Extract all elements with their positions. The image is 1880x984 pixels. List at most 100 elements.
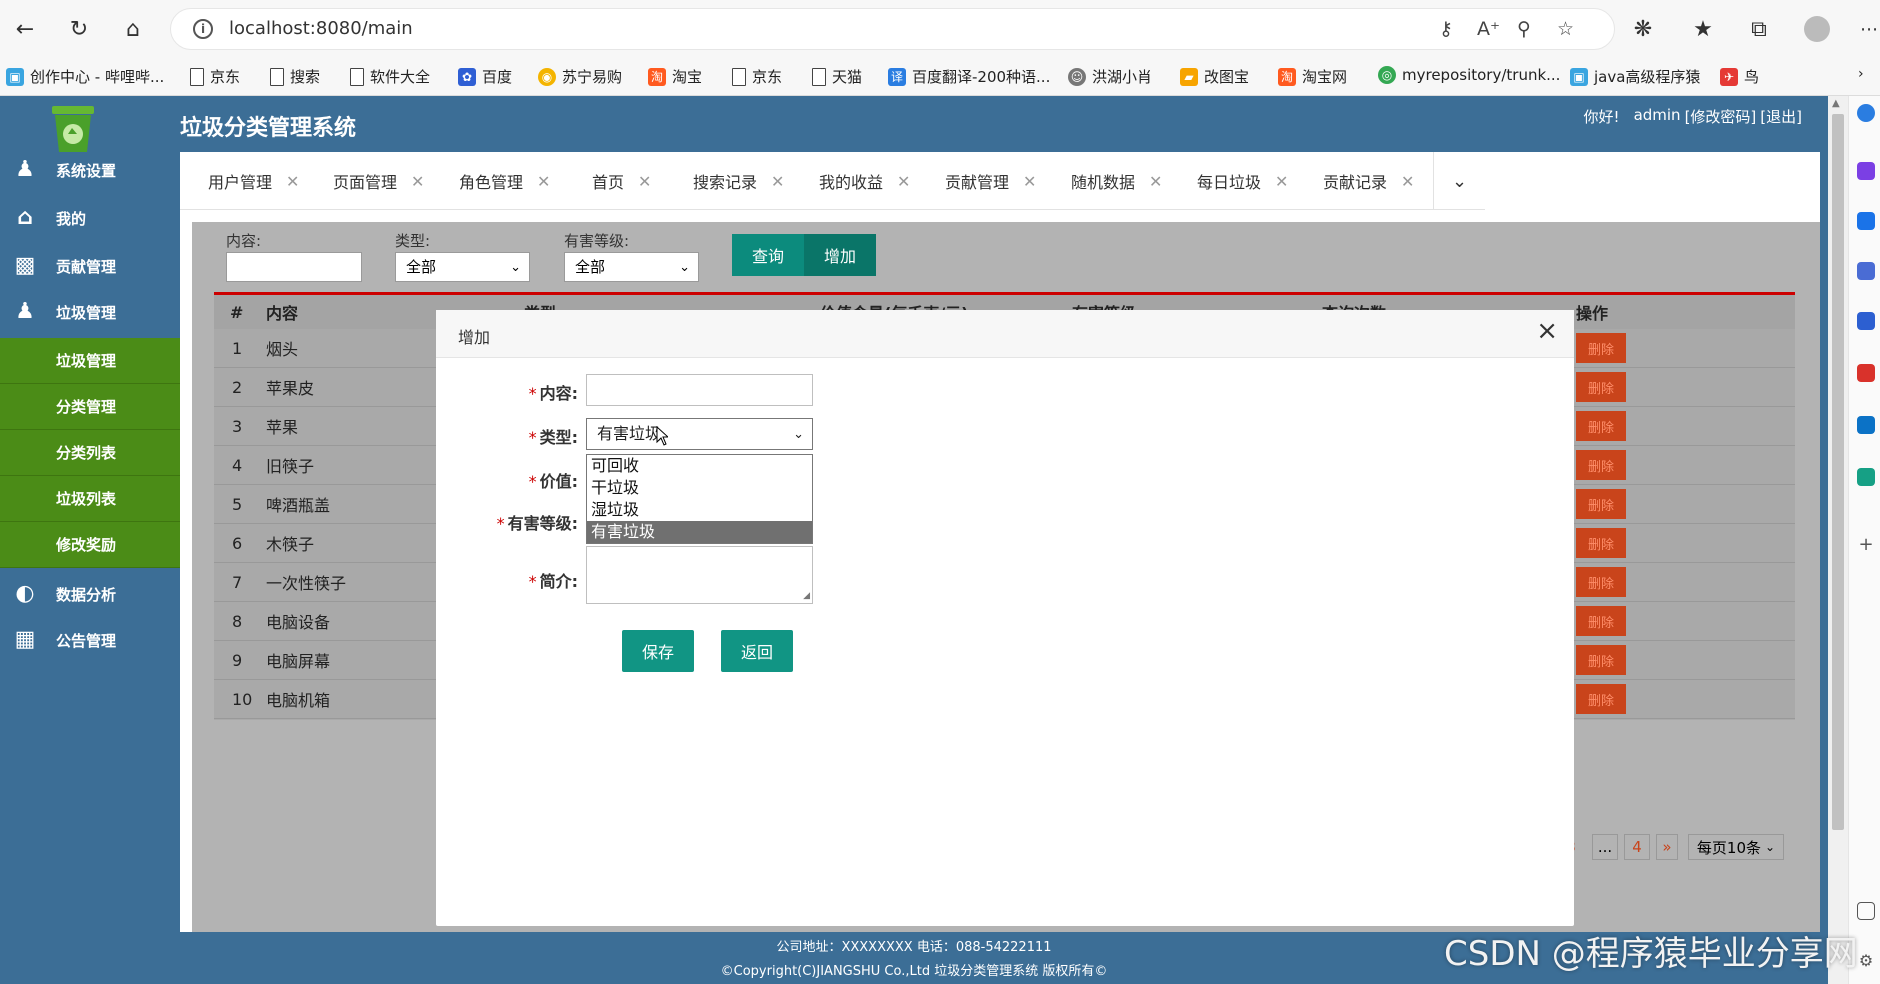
delete-button[interactable]: 删除 bbox=[1576, 567, 1626, 597]
bookmark-item[interactable]: 搜索 bbox=[270, 66, 320, 87]
tab-random-data[interactable]: 随机数据 ✕ bbox=[1071, 152, 1162, 210]
type-filter-select[interactable]: 全部 ⌄ bbox=[395, 252, 530, 282]
shopping-icon[interactable] bbox=[1857, 212, 1875, 230]
bookmark-item[interactable]: 软件大全 bbox=[350, 66, 430, 87]
copilot-icon[interactable] bbox=[1857, 162, 1875, 180]
tab-my-earnings[interactable]: 我的收益 ✕ bbox=[819, 152, 910, 210]
add-icon[interactable]: + bbox=[1857, 536, 1875, 554]
type-option[interactable]: 可回收 bbox=[587, 455, 812, 477]
page-scrollbar[interactable]: ▲ bbox=[1828, 96, 1848, 984]
bookmark-item[interactable]: ▣ 创作中心 - 哔哩哔... bbox=[6, 66, 164, 87]
page-link[interactable]: 4 bbox=[1624, 834, 1650, 860]
change-password-link[interactable]: [修改密码] bbox=[1685, 106, 1757, 127]
add-favorite-icon[interactable]: ☆ bbox=[1557, 18, 1574, 40]
bookmark-item[interactable]: 京东 bbox=[190, 66, 240, 87]
submenu-item[interactable]: 垃圾列表 bbox=[0, 476, 180, 522]
next-page-link[interactable]: » bbox=[1656, 834, 1678, 860]
close-icon[interactable]: ✕ bbox=[1275, 172, 1288, 191]
close-icon[interactable]: ✕ bbox=[537, 172, 550, 191]
delete-button[interactable]: 删除 bbox=[1576, 645, 1626, 675]
tab-role-management[interactable]: 角色管理 ✕ bbox=[459, 152, 550, 210]
submenu-item[interactable]: 分类管理 bbox=[0, 384, 180, 430]
scroll-thumb[interactable] bbox=[1832, 114, 1844, 830]
bookmark-item[interactable]: ◎ myrepository/trunk... bbox=[1378, 66, 1560, 84]
bookmark-item[interactable]: 京东 bbox=[732, 66, 782, 87]
reload-icon[interactable]: ↻ bbox=[62, 12, 96, 46]
more-bookmarks-icon[interactable]: › bbox=[1858, 66, 1864, 82]
split-screen-icon[interactable] bbox=[1857, 902, 1875, 920]
add-button[interactable]: 增加 bbox=[804, 234, 876, 276]
close-icon[interactable]: ✕ bbox=[1149, 172, 1162, 191]
sidebar-item-garbage[interactable]: ♟ 垃圾管理 bbox=[0, 290, 180, 334]
bookmark-item[interactable]: 淘淘宝网 bbox=[1278, 66, 1347, 87]
office-icon[interactable] bbox=[1857, 364, 1875, 382]
harm-filter-select[interactable]: 全部 ⌄ bbox=[564, 252, 699, 282]
zoom-icon[interactable]: ⚲ bbox=[1517, 18, 1531, 40]
delete-button[interactable]: 删除 bbox=[1576, 606, 1626, 636]
scroll-up-icon[interactable]: ▲ bbox=[1832, 98, 1840, 109]
home-icon[interactable]: ⌂ bbox=[116, 12, 150, 46]
query-button[interactable]: 查询 bbox=[732, 234, 804, 276]
submenu-item[interactable]: 修改奖励 bbox=[0, 522, 180, 568]
tab-page-management[interactable]: 页面管理 ✕ bbox=[333, 152, 424, 210]
close-icon[interactable]: ✕ bbox=[286, 172, 299, 191]
drop-icon[interactable] bbox=[1857, 468, 1875, 486]
bookmark-item[interactable]: ✈ 鸟 bbox=[1720, 66, 1759, 87]
people-icon[interactable] bbox=[1857, 312, 1875, 330]
type-option[interactable]: 湿垃圾 bbox=[587, 499, 812, 521]
tab-search-records[interactable]: 搜索记录 ✕ bbox=[693, 152, 784, 210]
tools-icon[interactable] bbox=[1857, 262, 1875, 280]
outlook-icon[interactable] bbox=[1857, 416, 1875, 434]
bookmark-item[interactable]: ☺ 洪湖小肖 bbox=[1068, 66, 1152, 87]
settings-icon[interactable]: ⚙ bbox=[1857, 952, 1875, 970]
bookmark-item[interactable]: ▰ 改图宝 bbox=[1180, 66, 1249, 87]
logout-link[interactable]: [退出] bbox=[1760, 106, 1802, 127]
tab-user-management[interactable]: 用户管理 ✕ bbox=[208, 152, 299, 210]
submenu-item[interactable]: 分类列表 bbox=[0, 430, 180, 476]
profile-icon[interactable] bbox=[1800, 12, 1834, 46]
bookmark-item[interactable]: 天猫 bbox=[812, 66, 862, 87]
bookmark-item[interactable]: ◉ 苏宁易购 bbox=[538, 66, 622, 87]
resize-handle-icon[interactable]: ◢ bbox=[803, 591, 810, 601]
delete-button[interactable]: 删除 bbox=[1576, 528, 1626, 558]
type-option[interactable]: 干垃圾 bbox=[587, 477, 812, 499]
extensions-icon[interactable]: ❋ bbox=[1626, 12, 1660, 46]
address-bar[interactable]: i localhost:8080/main ⚷ A⁺ ⚲ ☆ bbox=[170, 8, 1615, 50]
sidebar-item-mine[interactable]: ⌂ 我的 bbox=[0, 196, 180, 240]
submenu-item[interactable]: 垃圾管理 bbox=[0, 338, 180, 384]
bookmark-item[interactable]: ▣ java高级程序猿 bbox=[1570, 66, 1700, 87]
close-icon[interactable]: ✕ bbox=[638, 172, 651, 191]
tab-home[interactable]: 首页 ✕ bbox=[592, 152, 651, 210]
bookmark-item[interactable]: 译百度翻译-200种语... bbox=[888, 66, 1050, 87]
site-info-icon[interactable]: i bbox=[193, 19, 213, 39]
bookmark-item[interactable]: 淘淘宝 bbox=[648, 66, 702, 87]
tab-contribution-records[interactable]: 贡献记录 ✕ bbox=[1323, 152, 1414, 210]
type-select[interactable]: 有害垃圾 ⌄ bbox=[586, 418, 813, 450]
close-icon[interactable]: ✕ bbox=[771, 172, 784, 191]
per-page-select[interactable]: 每页10条 ⌄ bbox=[1688, 834, 1784, 860]
save-button[interactable]: 保存 bbox=[622, 630, 694, 672]
delete-button[interactable]: 删除 bbox=[1576, 450, 1626, 480]
content-input[interactable] bbox=[586, 374, 813, 406]
intro-textarea[interactable]: ◢ bbox=[586, 546, 813, 604]
delete-button[interactable]: 删除 bbox=[1576, 411, 1626, 441]
delete-button[interactable]: 删除 bbox=[1576, 489, 1626, 519]
content-filter-input[interactable] bbox=[226, 252, 362, 282]
back-button[interactable]: 返回 bbox=[721, 630, 793, 672]
back-icon[interactable]: ← bbox=[8, 12, 42, 46]
bookmark-item[interactable]: ✿ 百度 bbox=[458, 66, 512, 87]
type-option-selected[interactable]: 有害垃圾 bbox=[587, 521, 812, 543]
sidebar-item-notice[interactable]: ▦ 公告管理 bbox=[0, 618, 180, 662]
key-icon[interactable]: ⚷ bbox=[1439, 18, 1453, 40]
favorites-icon[interactable]: ★ bbox=[1686, 12, 1720, 46]
sidebar-item-system-settings[interactable]: ♟ 系统设置 bbox=[0, 148, 180, 192]
sidebar-item-analysis[interactable]: ◐ 数据分析 bbox=[0, 572, 180, 616]
close-icon[interactable]: × bbox=[1536, 316, 1558, 346]
collections-icon[interactable]: ⧉ bbox=[1742, 12, 1776, 46]
tab-daily-garbage[interactable]: 每日垃圾 ✕ bbox=[1197, 152, 1288, 210]
more-icon[interactable]: ⋯ bbox=[1852, 12, 1880, 46]
close-icon[interactable]: ✕ bbox=[1023, 172, 1036, 191]
close-icon[interactable]: ✕ bbox=[1401, 172, 1414, 191]
tab-contribution[interactable]: 贡献管理 ✕ bbox=[945, 152, 1036, 210]
read-aloud-icon[interactable]: A⁺ bbox=[1477, 18, 1500, 40]
